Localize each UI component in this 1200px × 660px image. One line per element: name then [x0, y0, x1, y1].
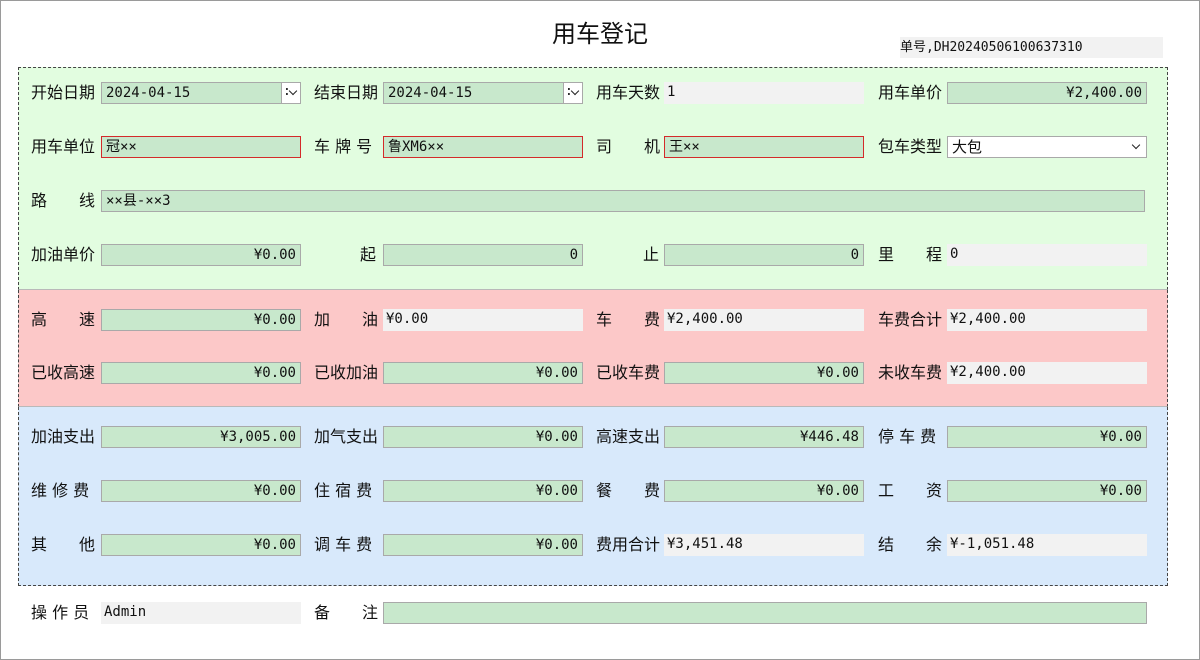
unit-price-label: 用车单价	[878, 83, 943, 102]
fuel-cost-input[interactable]: ¥3,005.00	[101, 426, 301, 448]
operator-label: 操 作 员	[31, 603, 90, 622]
remark-label: 备 注	[314, 603, 379, 622]
repair-label: 维 修 费	[31, 481, 90, 500]
charter-type-label: 包车类型	[878, 137, 943, 156]
route-label: 路 线	[31, 191, 96, 210]
fee-field: ¥2,400.00	[664, 309, 864, 331]
other-input[interactable]: ¥0.00	[101, 534, 301, 556]
driver-label: 司 机	[596, 137, 661, 156]
end-km-input[interactable]: 0	[664, 244, 864, 266]
document-number: 单号,DH20240506100637310	[900, 37, 1163, 58]
wages-label: 工 资	[878, 481, 943, 500]
start-date-label: 开始日期	[31, 83, 96, 102]
gas-cost-input[interactable]: ¥0.00	[383, 426, 583, 448]
received-highway-input[interactable]: ¥0.00	[101, 362, 301, 384]
chevron-down-icon[interactable]	[1128, 137, 1146, 157]
dispatch-label: 调 车 费	[314, 535, 373, 554]
fee-total-field: ¥2,400.00	[947, 309, 1147, 331]
parking-label: 停 车 费	[878, 427, 937, 446]
dispatch-input[interactable]: ¥0.00	[383, 534, 583, 556]
unit-label: 用车单位	[31, 137, 96, 156]
received-fuel-label: 已收加油	[314, 363, 379, 382]
income-section	[18, 290, 1168, 407]
lodging-label: 住 宿 费	[314, 481, 373, 500]
start-km-label: 起	[360, 245, 377, 264]
end-date-picker[interactable]: 2024-04-15	[383, 82, 583, 104]
received-fuel-input[interactable]: ¥0.00	[383, 362, 583, 384]
fuel-price-label: 加油单价	[31, 245, 96, 264]
received-highway-label: 已收高速	[31, 363, 96, 382]
received-fee-input[interactable]: ¥0.00	[664, 362, 864, 384]
route-input[interactable]: ××县-××3	[101, 190, 1145, 212]
mileage-label: 里 程	[878, 245, 943, 264]
unreceived-fee-label: 未收车费	[878, 363, 943, 382]
end-date-label: 结束日期	[314, 83, 379, 102]
wages-input[interactable]: ¥0.00	[947, 480, 1147, 502]
fuel-label: 加 油	[314, 310, 379, 329]
meals-label: 餐 费	[596, 481, 661, 500]
days-field: 1	[664, 82, 864, 104]
balance-field: ¥-1,051.48	[947, 534, 1147, 556]
unreceived-fee-field: ¥2,400.00	[947, 362, 1147, 384]
fuel-price-input[interactable]: ¥0.00	[101, 244, 301, 266]
fuel-cost-label: 加油支出	[31, 427, 96, 446]
highway-cost-input[interactable]: ¥446.48	[664, 426, 864, 448]
highway-label: 高 速	[31, 310, 96, 329]
fee-total-label: 车费合计	[878, 310, 943, 329]
start-date-picker[interactable]: 2024-04-15	[101, 82, 301, 104]
remark-input[interactable]	[383, 602, 1147, 624]
days-label: 用车天数	[596, 83, 661, 102]
unit-price-input[interactable]: ¥2,400.00	[947, 82, 1147, 104]
meals-input[interactable]: ¥0.00	[664, 480, 864, 502]
start-km-input[interactable]: 0	[383, 244, 583, 266]
highway-cost-label: 高速支出	[596, 427, 661, 446]
cost-total-field: ¥3,451.48	[664, 534, 864, 556]
cost-total-label: 费用合计	[596, 535, 661, 554]
end-km-label: 止	[643, 245, 660, 264]
charter-type-value: 大包	[952, 138, 983, 156]
charter-type-select[interactable]: 大包	[947, 136, 1147, 158]
balance-label: 结 余	[878, 535, 943, 554]
driver-input[interactable]: 王××	[664, 136, 864, 158]
fuel-field: ¥0.00	[383, 309, 583, 331]
lodging-input[interactable]: ¥0.00	[383, 480, 583, 502]
calendar-dropdown-icon[interactable]	[281, 83, 300, 103]
start-date-value: 2024-04-15	[106, 85, 191, 101]
operator-field: Admin	[101, 602, 301, 624]
parking-input[interactable]: ¥0.00	[947, 426, 1147, 448]
plate-input[interactable]: 鲁XM6××	[383, 136, 583, 158]
plate-label: 车 牌 号	[314, 137, 373, 156]
highway-input[interactable]: ¥0.00	[101, 309, 301, 331]
other-label: 其 他	[31, 535, 96, 554]
end-date-value: 2024-04-15	[388, 85, 473, 101]
mileage-field: 0	[947, 244, 1147, 266]
fee-label: 车 费	[596, 310, 661, 329]
repair-input[interactable]: ¥0.00	[101, 480, 301, 502]
unit-input[interactable]: 冠××	[101, 136, 301, 158]
calendar-dropdown-icon[interactable]	[563, 83, 582, 103]
received-fee-label: 已收车费	[596, 363, 661, 382]
gas-cost-label: 加气支出	[314, 427, 379, 446]
